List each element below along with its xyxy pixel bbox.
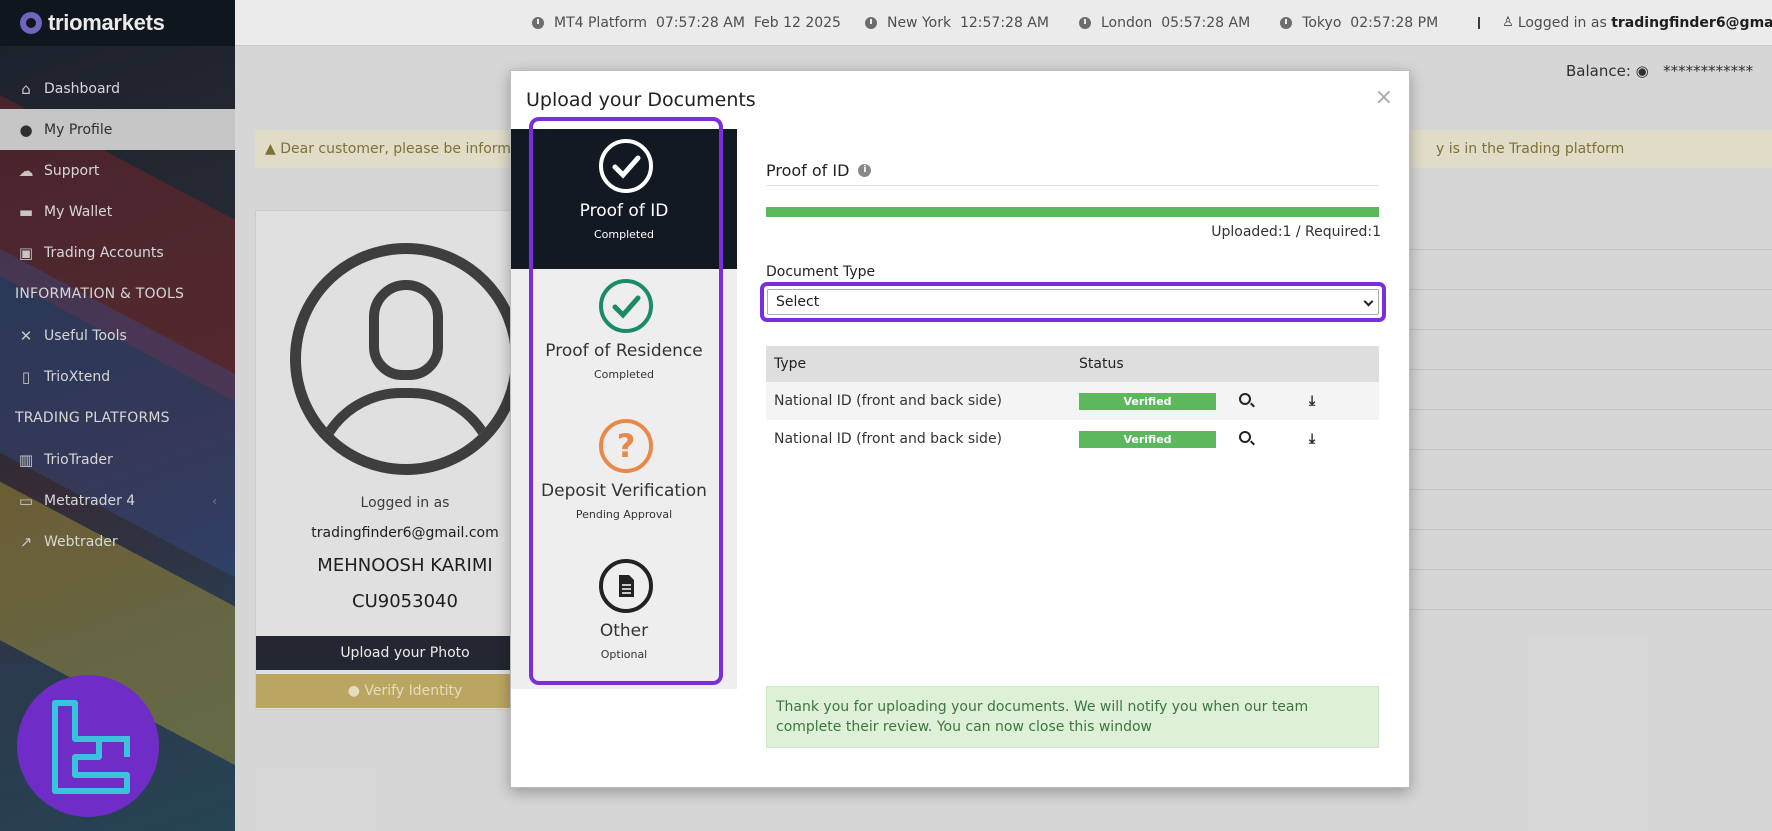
table-row: National ID (front and back side) Verifi… bbox=[766, 382, 1379, 420]
success-message: Thank you for uploading your documents. … bbox=[766, 686, 1379, 748]
download-icon[interactable]: ⤓ bbox=[1309, 393, 1315, 409]
document-type-label: Document Type bbox=[766, 264, 876, 280]
column-header-status: Status bbox=[1071, 346, 1239, 382]
upload-documents-modal: Upload your Documents × Proof of ID Comp… bbox=[510, 70, 1410, 788]
zoom-in-icon[interactable] bbox=[1239, 393, 1251, 405]
section-title: Proof of ID i bbox=[766, 161, 872, 180]
zoom-in-icon[interactable] bbox=[1239, 431, 1251, 443]
document-type-highlight: Select bbox=[760, 282, 1386, 322]
modal-title: Upload your Documents bbox=[526, 89, 756, 111]
documents-table: Type Status National ID (front and back … bbox=[766, 346, 1379, 458]
table-row: National ID (front and back side) Verifi… bbox=[774, 430, 1316, 448]
document-type-select[interactable]: Select bbox=[767, 289, 1379, 315]
modal-content: Proof of ID i Uploaded:1 / Required:1 Do… bbox=[760, 71, 1386, 789]
status-badge: Verified bbox=[1079, 392, 1216, 410]
download-icon[interactable]: ⤓ bbox=[1309, 431, 1315, 447]
steps-highlight-box bbox=[529, 117, 723, 685]
status-badge: Verified bbox=[1079, 430, 1216, 448]
chevron-down-icon bbox=[1363, 296, 1374, 307]
column-header-type: Type bbox=[766, 346, 1071, 382]
upload-progress-bar bbox=[766, 207, 1379, 217]
upload-count: Uploaded:1 / Required:1 bbox=[1211, 224, 1381, 240]
info-icon[interactable]: i bbox=[858, 164, 872, 177]
